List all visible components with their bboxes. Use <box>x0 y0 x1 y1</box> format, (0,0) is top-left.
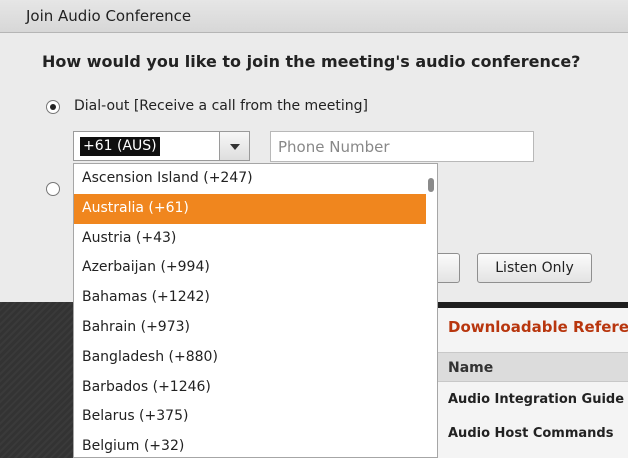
panel-column-header[interactable]: Name <box>436 352 628 382</box>
listen-only-button[interactable]: Listen Only <box>477 253 592 283</box>
country-option[interactable]: Belarus (+375) <box>74 402 426 432</box>
country-code-value: +61 (AUS) <box>80 137 160 156</box>
dialog-title: Join Audio Conference <box>26 7 192 25</box>
dialog-titlebar[interactable]: Join Audio Conference <box>0 0 628 33</box>
dial-out-radio[interactable] <box>46 100 60 114</box>
dropdown-scrollbar-thumb[interactable] <box>428 178 434 192</box>
panel-title: Downloadable Refere <box>448 318 628 336</box>
country-option[interactable]: Ascension Island (+247) <box>74 164 426 194</box>
join-question: How would you like to join the meeting's… <box>42 52 581 71</box>
dial-in-radio[interactable] <box>46 182 60 196</box>
country-option[interactable]: Bahrain (+973) <box>74 313 426 343</box>
country-option[interactable]: Bahamas (+1242) <box>74 283 426 313</box>
file-row[interactable]: Audio Integration Guide <box>448 392 624 407</box>
country-dropdown-list[interactable]: Ascension Island (+247) Australia (+61) … <box>73 163 438 458</box>
phone-number-input[interactable] <box>270 131 534 162</box>
country-option[interactable]: Belgium (+32) <box>74 432 426 457</box>
country-option[interactable]: Azerbaijan (+994) <box>74 253 426 283</box>
country-option-selected[interactable]: Australia (+61) <box>74 193 426 224</box>
dial-out-label[interactable]: Dial-out [Receive a call from the meetin… <box>74 98 368 114</box>
file-row[interactable]: Audio Host Commands <box>448 426 613 441</box>
country-option[interactable]: Austria (+43) <box>74 224 426 254</box>
country-code-select[interactable]: +61 (AUS) <box>73 131 250 161</box>
country-option[interactable]: Barbados (+1246) <box>74 373 426 403</box>
chevron-down-icon[interactable] <box>219 132 249 160</box>
country-option[interactable]: Bangladesh (+880) <box>74 343 426 373</box>
name-column-label: Name <box>448 360 494 376</box>
